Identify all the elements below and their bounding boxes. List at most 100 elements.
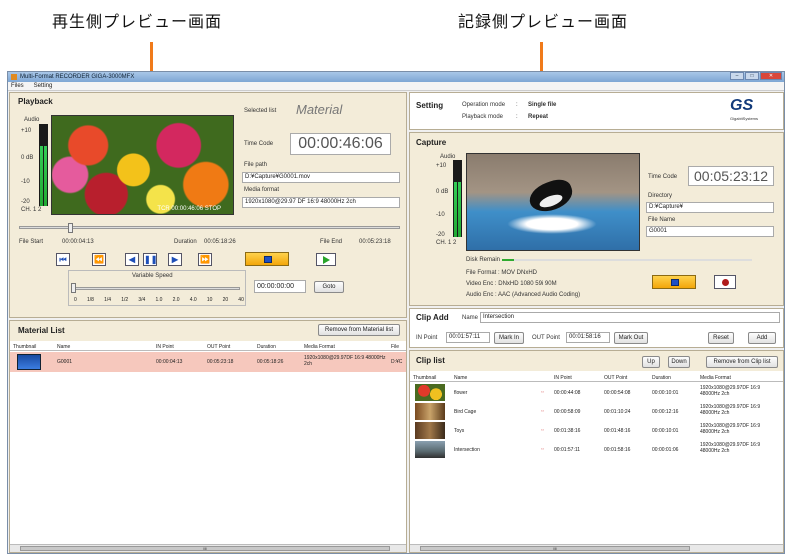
table-row[interactable]: Bird Cage ⇔ 00:00:58:09 00:01:10:24 00:0…: [410, 402, 783, 421]
remove-clip-button[interactable]: Remove from Clip list: [706, 356, 778, 368]
goto-button[interactable]: Goto: [314, 281, 344, 293]
directory-field[interactable]: D:¥Capture¥: [646, 202, 774, 213]
speed-tick: 10: [206, 297, 213, 303]
rewind-icon[interactable]: ⏪: [92, 253, 106, 266]
speed-tick: 1/4: [104, 297, 112, 303]
table-row[interactable]: Intersection ⇔ 00:01:57:11 00:01:58:16 0…: [410, 440, 783, 459]
col-name: Name: [57, 344, 71, 350]
filename-label: File Name: [648, 217, 676, 223]
in-point-field[interactable]: 00:01:57:11: [446, 332, 490, 343]
clip-col-thumbnail: Thumbnail: [413, 375, 437, 381]
app-icon: [11, 74, 17, 80]
clip-hscroll-thumb[interactable]: III: [420, 546, 690, 551]
col-file: File: [391, 344, 400, 350]
row-name: Bird Cage: [454, 409, 477, 415]
row-format: 1920x1080@29.97DF 16:9 48000Hz 2ch: [304, 355, 386, 367]
clip-name-field[interactable]: Intersection: [480, 312, 780, 323]
capture-stop-icon: [671, 279, 679, 286]
thumbnail: [415, 403, 445, 420]
step-back-icon[interactable]: ◀: [125, 253, 139, 266]
speed-tick: 4.0: [189, 297, 197, 303]
pause-icon[interactable]: ❚❚: [143, 253, 157, 266]
row-in: 00:01:57:11: [554, 447, 581, 453]
table-row[interactable]: flower ⇔ 00:00:44:08 00:00:54:08 00:00:1…: [410, 383, 783, 402]
row-name: flower: [454, 390, 468, 396]
in-point-label: IN Point: [416, 335, 438, 341]
preview-overlay-text: TCR 00:00:46:06 STOP: [157, 206, 221, 212]
go-start-icon[interactable]: ⏮: [56, 253, 70, 266]
splash: [507, 214, 597, 234]
add-button[interactable]: Add: [748, 332, 776, 344]
capture-stop-button[interactable]: [652, 275, 696, 289]
maximize-button[interactable]: □: [745, 72, 759, 80]
menu-setting[interactable]: Setting: [34, 83, 53, 89]
out-point-label: OUT Point: [532, 335, 560, 341]
variable-speed-label: Variable Speed: [132, 273, 173, 279]
row-format: 1920x1080@29.97DF 16:9 48000Hz 2ch: [700, 423, 761, 435]
filepath-label: File path: [244, 162, 268, 168]
meter-ch1: [40, 146, 43, 206]
minimize-button[interactable]: –: [730, 72, 744, 80]
speed-thumb[interactable]: [71, 283, 76, 293]
down-button[interactable]: Down: [668, 356, 690, 368]
fast-forward-icon[interactable]: ⏩: [198, 253, 212, 266]
speed-track[interactable]: [74, 287, 240, 290]
setting-panel: Setting Operation mode : Single file Pla…: [409, 92, 784, 130]
mark-in-button[interactable]: Mark In: [494, 332, 524, 344]
play-button[interactable]: [316, 253, 336, 266]
goto-time-field[interactable]: 00:00:00:00: [254, 280, 306, 293]
filepath-field[interactable]: D:¥Capture¥G0001.mov: [242, 172, 400, 183]
capture-ch-label: CH. 1 2: [436, 240, 457, 246]
capture-audio-meter: [453, 160, 462, 237]
row-in: 00:00:58:09: [554, 409, 581, 415]
clip-table-header: Thumbnail Name IN Point OUT Point Durati…: [410, 373, 783, 382]
disk-remain-fill: [502, 259, 514, 261]
reset-button[interactable]: Reset: [708, 332, 734, 344]
menu-files[interactable]: Files: [11, 83, 24, 89]
close-button[interactable]: ✕: [760, 72, 782, 80]
clip-col-format: Media Format: [700, 375, 731, 381]
row-format: 1920x1080@29.97DF 16:9 48000Hz 2ch: [700, 404, 761, 416]
capture-db-minus20: -20: [436, 232, 445, 238]
file-start-label: File Start: [19, 239, 44, 245]
step-forward-icon[interactable]: ▶: [168, 253, 182, 266]
row-format: 1920x1080@29.97DF 16:9 48000Hz 2ch: [700, 442, 761, 454]
material-list-panel: Material List Remove from Material list …: [9, 320, 407, 553]
timeline-track[interactable]: [19, 226, 400, 229]
filename-field[interactable]: G0001: [646, 226, 774, 237]
material-hscroll[interactable]: III: [10, 544, 406, 552]
record-button[interactable]: [714, 275, 736, 289]
out-point-field[interactable]: 00:01:58:16: [566, 332, 610, 343]
row-name: Toys: [454, 428, 465, 434]
row-in: 00:01:38:16: [554, 428, 581, 434]
row-out: 00:05:23:18: [207, 359, 234, 365]
stop-button[interactable]: [245, 252, 289, 266]
table-row[interactable]: Toys ⇔ 00:01:38:16 00:01:48:16 00:00:10:…: [410, 421, 783, 440]
timecode-label: Time Code: [244, 141, 274, 147]
row-out: 00:01:10:24: [604, 409, 631, 415]
playback-mode-label: Playback mode: [462, 114, 504, 120]
col-format: Media Format: [304, 344, 335, 350]
material-table-header: Thumbnail Name IN Point OUT Point Durati…: [10, 342, 406, 351]
row-in: 00:00:04:13: [156, 359, 183, 365]
speed-tick: 1/8: [86, 297, 94, 303]
thumbnail: [415, 441, 445, 458]
table-row[interactable]: G0001 00:00:04:13 00:05:23:18 00:05:18:2…: [10, 352, 406, 372]
media-format-label: Media format: [244, 187, 280, 193]
playback-mode-value: Repeat: [528, 114, 549, 120]
col-in: IN Point: [156, 344, 174, 350]
clip-hscroll[interactable]: III: [410, 544, 783, 552]
remove-material-button[interactable]: Remove from Material list: [318, 324, 400, 336]
timeline-thumb[interactable]: [68, 223, 73, 233]
mark-out-button[interactable]: Mark Out: [614, 332, 648, 344]
material-hscroll-thumb[interactable]: III: [20, 546, 390, 551]
menu-bar: Files Setting: [8, 82, 784, 91]
material-list-title: Material List: [18, 326, 65, 335]
playback-panel: Playback Selected list Material Audio +1…: [9, 92, 407, 318]
thumbnail: [17, 354, 41, 370]
file-format: File Format : MOV DNxHD: [466, 270, 538, 276]
clip-name-label: Name: [462, 315, 479, 321]
col-thumbnail: Thumbnail: [13, 344, 37, 350]
up-button[interactable]: Up: [642, 356, 660, 368]
row-in: 00:00:44:08: [554, 390, 581, 396]
